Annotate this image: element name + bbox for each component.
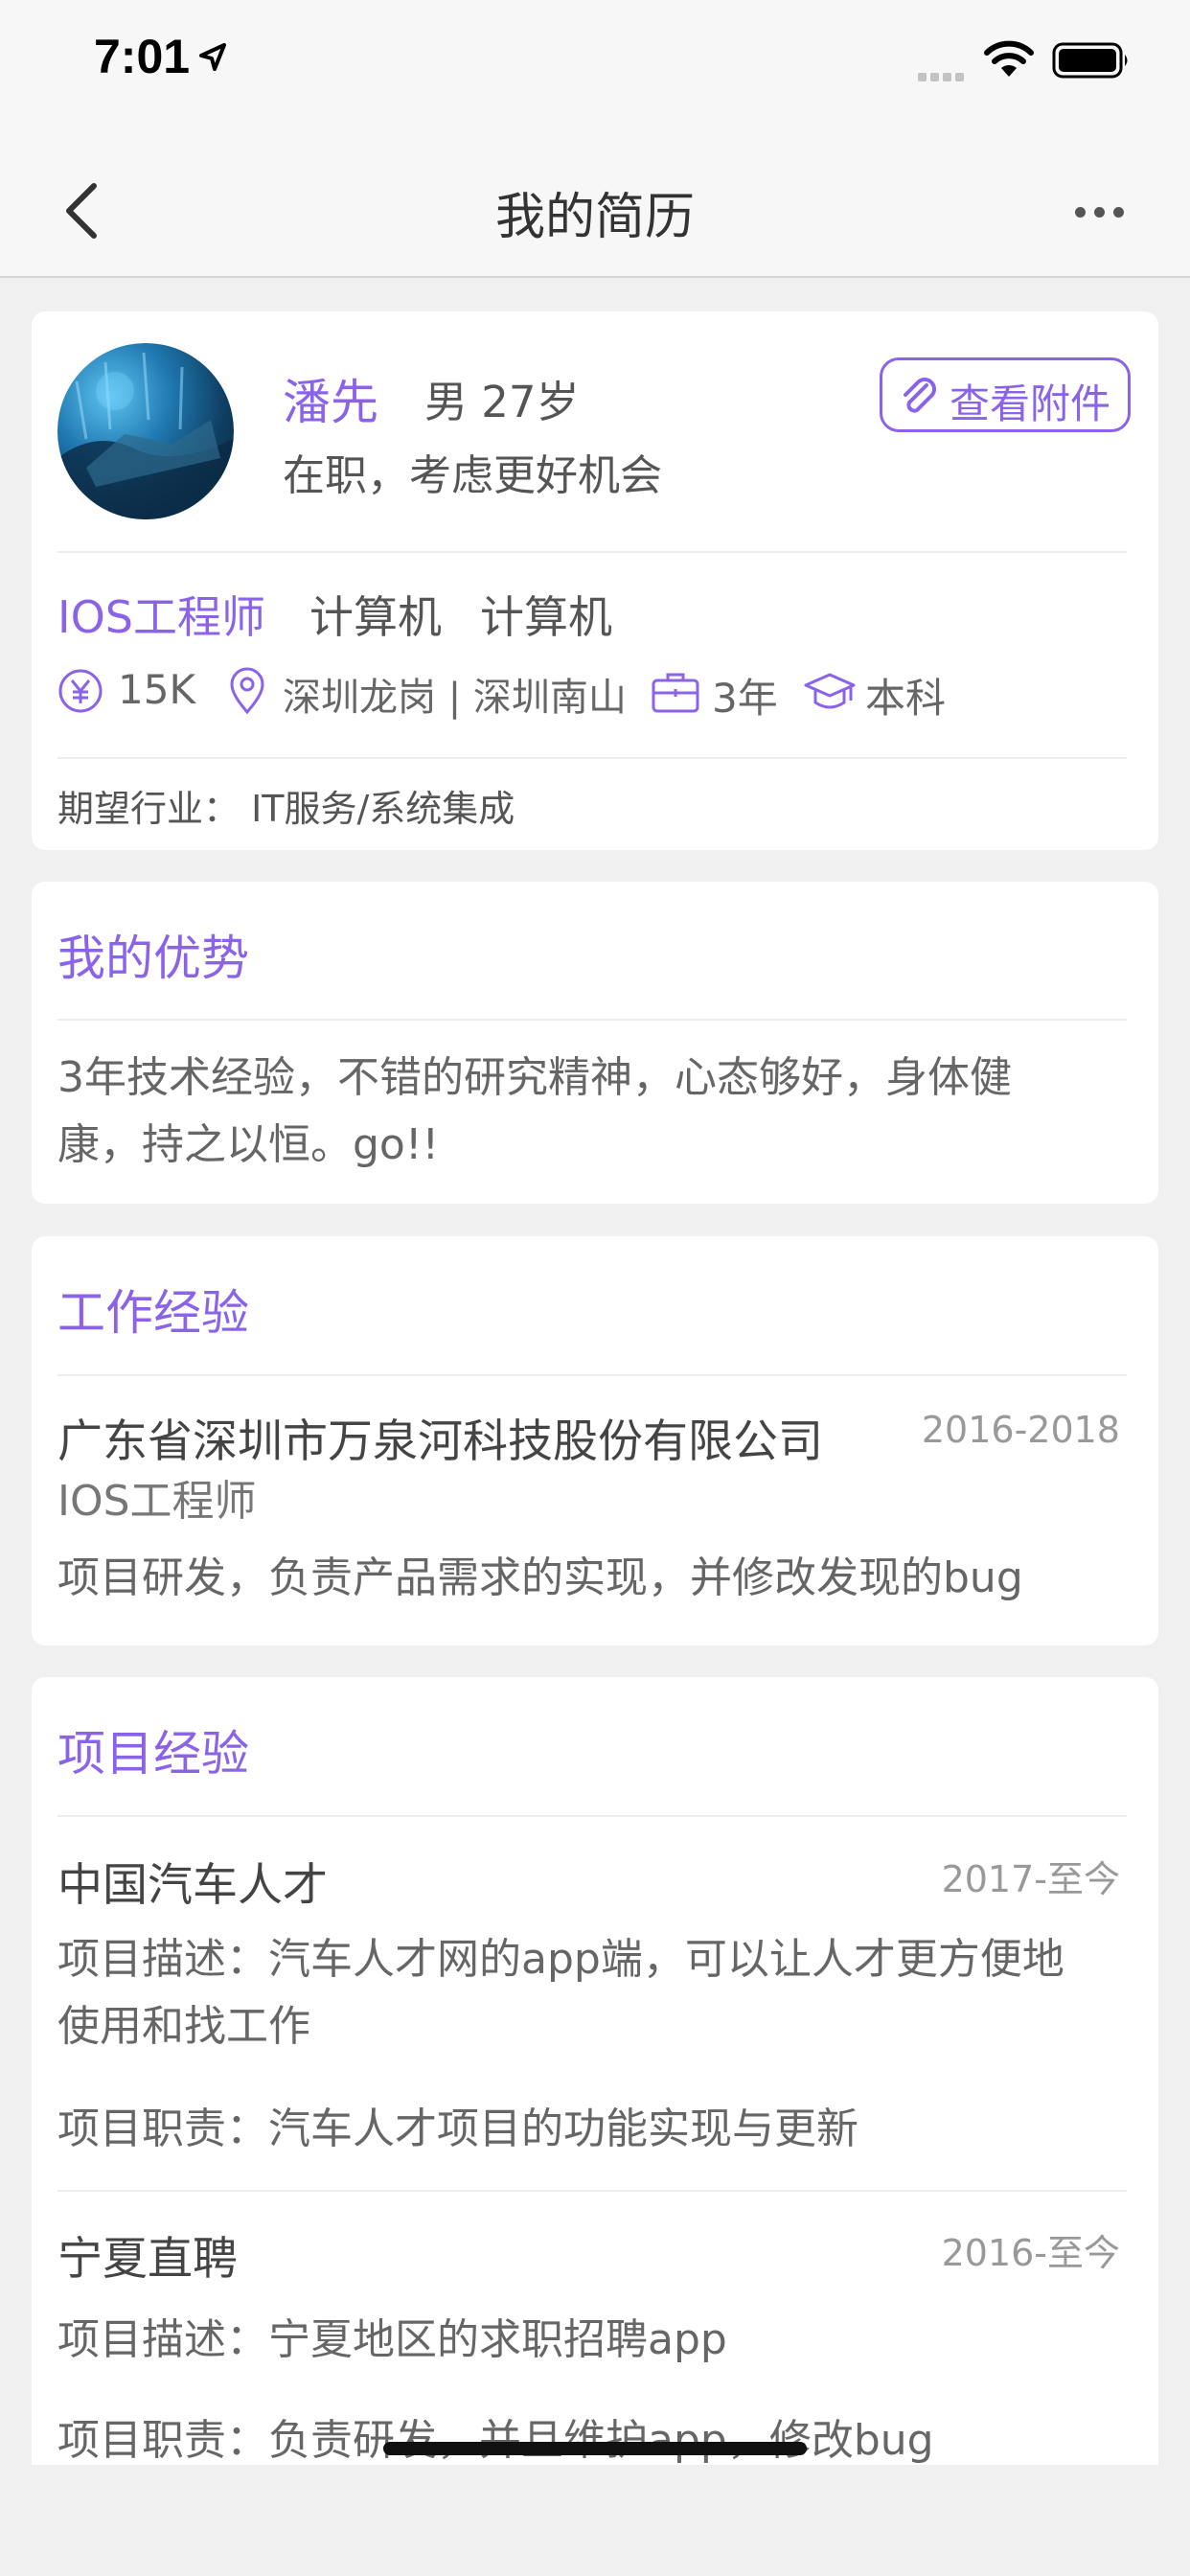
major-tag: 计算机 (309, 591, 442, 643)
divider (57, 1815, 1127, 1817)
job-status: 在职，考虑更好机会 (283, 451, 662, 500)
divider (57, 2190, 1127, 2192)
divider (57, 757, 1127, 759)
project-period: 2017-至今 (941, 1858, 1120, 1900)
divider (57, 1374, 1127, 1376)
navigation-bar: 我的简历 (0, 134, 1190, 278)
bottom-safe-area (0, 2465, 1190, 2576)
experience-value: 3年 (712, 675, 778, 722)
work-section-title: 工作经验 (57, 1285, 249, 1341)
avatar[interactable] (57, 343, 234, 519)
job-title: IOS工程师 (57, 591, 265, 643)
location-arrow-icon (199, 43, 226, 71)
advantage-line: 康，持之以恒。go!! (57, 1120, 440, 1169)
major-tag: 计算机 (480, 591, 612, 643)
divider (57, 1019, 1127, 1021)
project-section-title: 项目经验 (57, 1726, 249, 1782)
project-name: 中国汽车人才 (57, 1859, 328, 1912)
project-experience-card: 项目经验 中国汽车人才 2017-至今 项目描述：汽车人才网的app端，可以让人… (32, 1677, 1158, 2465)
battery-icon (1052, 42, 1128, 79)
status-time: 7:01 (94, 30, 191, 83)
project-description-line: 使用和找工作 (57, 2002, 310, 2051)
work-experience-card: 工作经验 广东省深圳市万泉河科技股份有限公司 2016-2018 IOS工程师 … (32, 1236, 1158, 1645)
view-attachment-label: 查看附件 (950, 380, 1111, 427)
gender-age: 男 27岁 (424, 377, 580, 427)
project-duty: 项目职责：汽车人才项目的功能实现与更新 (57, 2104, 858, 2153)
advantage-section-title: 我的优势 (57, 931, 249, 986)
project-name: 宁夏直聘 (57, 2233, 238, 2286)
advantage-text: 3年技术经验，不错的研究精神，心态够好，身体健 康，持之以恒。go!! (57, 1045, 1101, 1179)
company-name: 广东省深圳市万泉河科技股份有限公司 (57, 1415, 823, 1468)
profile-card: 潘先 男 27岁 在职，考虑更好机会 查看附件 IOS工程师 计算机 计算机 1… (32, 311, 1158, 850)
work-position: IOS工程师 (57, 1477, 257, 1526)
education-value: 本科 (865, 675, 947, 722)
work-description: 项目研发，负责产品需求的实现，并修改发现的bug (57, 1553, 1023, 1602)
more-options-icon[interactable] (1075, 203, 1133, 221)
advantage-card: 我的优势 3年技术经验，不错的研究精神，心态够好，身体健 康，持之以恒。go!! (32, 882, 1158, 1204)
candidate-name: 潘先 (283, 375, 378, 430)
project-description: 项目描述：宁夏地区的求职招聘app (57, 2315, 727, 2364)
advantage-line: 3年技术经验，不错的研究精神，心态够好，身体健 (57, 1053, 1012, 1102)
location-value: 深圳龙岗 | 深圳南山 (283, 676, 627, 720)
location-pin-icon (230, 667, 264, 715)
page-title: 我的简历 (494, 189, 695, 246)
project-description: 项目描述：汽车人才网的app端，可以让人才更方便地 使用和找工作 (57, 1926, 1101, 2060)
view-attachment-button[interactable]: 查看附件 (880, 357, 1131, 432)
divider (57, 551, 1127, 553)
status-bar: 7:01 (0, 0, 1190, 134)
project-duty: 项目职责：负责研发，并且维护app，修改bug (57, 2416, 934, 2465)
expected-industry: 期望行业： IT服务/系统集成 (57, 788, 515, 830)
project-description-line: 项目描述：汽车人才网的app端，可以让人才更方便地 (57, 1935, 1064, 1984)
project-period: 2016-至今 (941, 2232, 1120, 2274)
salary-yen-icon (58, 669, 103, 713)
salary-value: 15K (118, 666, 195, 713)
home-indicator[interactable] (383, 2442, 807, 2455)
paperclip-icon (904, 378, 936, 413)
wifi-icon (984, 40, 1034, 77)
briefcase-icon (652, 673, 699, 713)
work-period: 2016-2018 (921, 1409, 1120, 1451)
cellular-signal-icon (918, 67, 968, 85)
avatar-image (57, 352, 234, 519)
graduation-cap-icon (804, 673, 856, 709)
